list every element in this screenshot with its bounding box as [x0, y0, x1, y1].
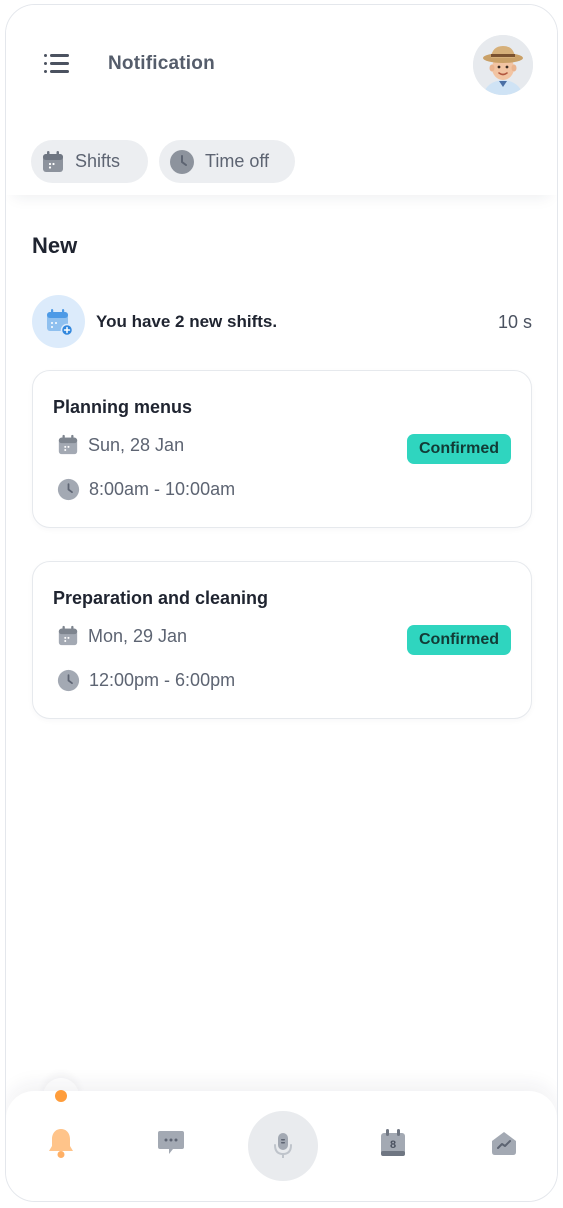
- status-badge: Confirmed: [407, 434, 511, 464]
- status-badge: Confirmed: [407, 625, 511, 655]
- header: Notification: [6, 5, 557, 127]
- calendar-icon: [58, 434, 78, 455]
- nav-statistics[interactable]: [482, 1121, 526, 1165]
- page-title: Notification: [108, 53, 215, 74]
- shift-time-row: 12:00pm - 6:00pm: [57, 669, 235, 692]
- clock-icon: [57, 478, 80, 501]
- avatar-illustration: [473, 35, 533, 95]
- nav-calendar[interactable]: 8: [371, 1121, 415, 1165]
- chat-icon: [158, 1131, 184, 1154]
- notification-time: 10 s: [497, 312, 532, 332]
- clock-icon: [170, 149, 194, 174]
- filter-bar: Shifts Time off: [6, 127, 557, 195]
- microphone-icon: [274, 1133, 292, 1158]
- shift-card[interactable]: Planning menus Sun, 28 Jan Confirmed 8:0…: [32, 370, 532, 528]
- menu-line: [50, 54, 69, 57]
- calendar-icon: 8: [381, 1129, 405, 1156]
- voice-button[interactable]: [248, 1111, 318, 1181]
- shift-date: Sun, 28 Jan: [88, 434, 185, 455]
- menu-line: [50, 62, 69, 65]
- shift-card[interactable]: Preparation and cleaning Mon, 29 Jan Con…: [32, 561, 532, 719]
- shift-date-row: Sun, 28 Jan: [57, 434, 184, 456]
- shift-title: Preparation and cleaning: [53, 588, 269, 608]
- menu-dot: [44, 54, 47, 57]
- bottom-navigation: 8: [6, 1091, 557, 1201]
- notification-icon-wrap: [32, 295, 85, 348]
- shift-date-row: Mon, 29 Jan: [57, 625, 187, 647]
- shift-time: 12:00pm - 6:00pm: [89, 670, 236, 690]
- calendar-icon: [58, 625, 78, 646]
- app-screen: Notification Shifts Time off New You hav…: [5, 4, 558, 1202]
- notification-text: You have 2 new shifts.: [96, 312, 278, 331]
- calendar-add-icon: [47, 309, 74, 337]
- avatar[interactable]: [473, 35, 533, 95]
- shift-time-row: 8:00am - 10:00am: [57, 478, 235, 501]
- active-indicator-dot: [55, 1090, 67, 1102]
- filter-chip-label: Time off: [205, 151, 270, 171]
- filter-chip-label: Shifts: [75, 151, 121, 171]
- menu-line: [50, 70, 69, 73]
- notification-item[interactable]: You have 2 new shifts. 10 s: [32, 295, 532, 349]
- nav-messages[interactable]: [149, 1121, 193, 1165]
- filter-chip-time-off[interactable]: Time off: [159, 140, 295, 183]
- calendar-badge-text: 8: [390, 1139, 396, 1151]
- shift-title: Planning menus: [53, 397, 193, 417]
- bell-icon: [49, 1129, 73, 1158]
- stats-icon: [492, 1132, 516, 1155]
- calendar-icon: [43, 150, 63, 172]
- menu-dot: [44, 70, 47, 73]
- nav-notifications[interactable]: [39, 1121, 83, 1165]
- menu-dot: [44, 62, 47, 65]
- shift-date: Mon, 29 Jan: [88, 625, 188, 646]
- clock-icon: [57, 669, 80, 692]
- menu-button[interactable]: [44, 51, 76, 77]
- section-title: New: [32, 233, 78, 258]
- filter-chip-shifts[interactable]: Shifts: [31, 140, 148, 183]
- shift-time: 8:00am - 10:00am: [89, 479, 236, 499]
